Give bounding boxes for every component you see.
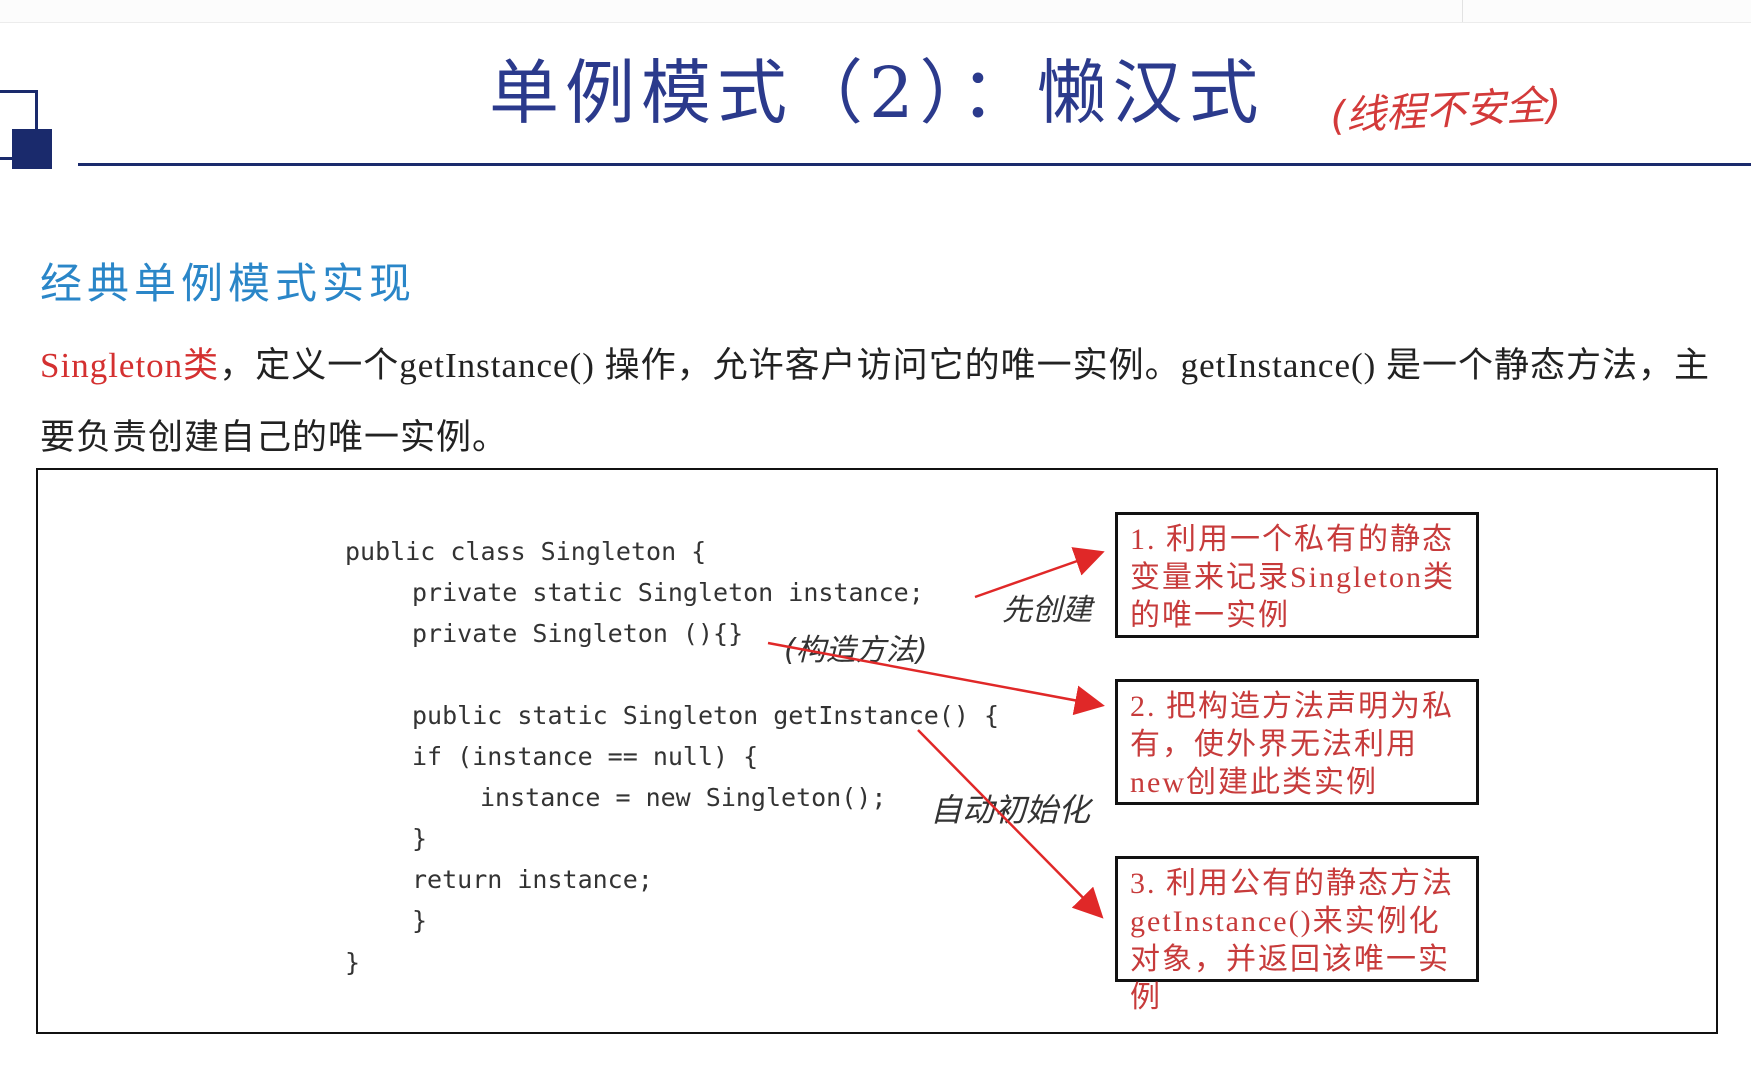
arrow-to-annotation-1 xyxy=(974,547,1105,599)
arrow-to-annotation-3 xyxy=(917,729,1104,919)
arrow-to-annotation-2 xyxy=(767,641,1105,716)
annotation-arrows xyxy=(767,547,1105,919)
